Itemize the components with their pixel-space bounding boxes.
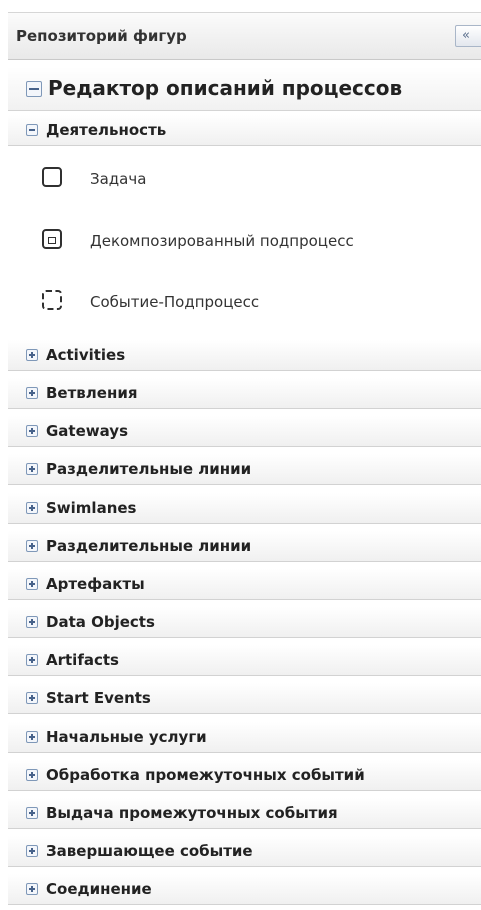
group-label: Разделительные линии [46,537,252,555]
group-label: Начальные услуги [46,728,207,746]
group-row[interactable]: Activities [8,340,481,371]
group-row[interactable]: Начальные услуги [8,722,481,753]
group-label: Data Objects [46,613,155,631]
editor-title: Редактор описаний процессов [48,76,403,100]
group-label: Activities [46,346,126,364]
expand-toggle-icon[interactable] [26,692,38,704]
shape-label: Декомпозированный подпроцесс [90,232,354,250]
group-label: Выдача промежуточных события [46,804,338,822]
group-label: Артефакты [46,575,145,593]
shape-label: Событие-Подпроцесс [90,293,260,311]
collapse-toggle-icon[interactable] [26,81,42,97]
editor-section-header[interactable]: Редактор описаний процессов [8,67,481,111]
group-activity[interactable]: Деятельность [8,115,481,146]
collapse-toggle-icon[interactable] [26,124,38,136]
event-subprocess-icon [42,290,62,310]
expand-toggle-icon[interactable] [26,578,38,590]
expand-toggle-icon[interactable] [26,616,38,628]
expand-toggle-icon[interactable] [26,349,38,361]
group-label: Artifacts [46,651,119,669]
group-row[interactable]: Соединение [8,874,481,905]
group-label: Завершающее событие [46,842,253,860]
expand-toggle-icon[interactable] [26,731,38,743]
group-row[interactable]: Ветвления [8,378,481,409]
expand-toggle-icon[interactable] [26,387,38,399]
group-label: Start Events [46,689,151,707]
expand-toggle-icon[interactable] [26,425,38,437]
expand-toggle-icon[interactable] [26,540,38,552]
expand-toggle-icon[interactable] [26,654,38,666]
shape-repository-panel: Репозиторий фигур « Редактор описаний пр… [0,0,481,910]
expand-toggle-icon[interactable] [26,463,38,475]
group-row[interactable]: Gateways [8,416,481,447]
group-row[interactable]: Завершающее событие [8,836,481,867]
group-row[interactable]: Swimlanes [8,493,481,524]
shape-item-event-subprocess[interactable]: Событие-Подпроцесс [8,273,481,335]
expand-toggle-icon[interactable] [26,502,38,514]
repository-title: Репозиторий фигур [16,27,187,45]
collapsed-subprocess-icon [42,229,62,249]
expand-toggle-icon[interactable] [26,845,38,857]
group-row[interactable]: Разделительные линии [8,531,481,562]
group-label: Разделительные линии [46,460,252,478]
group-row[interactable]: Artifacts [8,645,481,676]
expand-toggle-icon[interactable] [26,807,38,819]
group-label: Swimlanes [46,499,137,517]
group-row[interactable]: Обработка промежуточных событий [8,760,481,791]
group-label: Обработка промежуточных событий [46,766,365,784]
group-label: Деятельность [46,121,167,139]
group-row[interactable]: Выдача промежуточных события [8,798,481,829]
group-row[interactable]: Start Events [8,683,481,714]
shape-item-collapsed-subprocess[interactable]: Декомпозированный подпроцесс [8,212,481,274]
group-label: Gateways [46,422,129,440]
group-label: Соединение [46,880,152,898]
collapse-panel-button[interactable]: « [455,25,481,47]
group-row[interactable]: Разделительные линии [8,454,481,485]
group-row[interactable]: Data Objects [8,607,481,638]
expand-toggle-icon[interactable] [26,883,38,895]
shape-item-task[interactable]: Задача [8,150,481,212]
repository-header: Репозиторий фигур « [8,12,481,60]
group-label: Ветвления [46,384,138,402]
shape-label: Задача [90,170,147,188]
expand-toggle-icon[interactable] [26,769,38,781]
group-row[interactable]: Артефакты [8,569,481,600]
task-shape-icon [42,167,62,187]
